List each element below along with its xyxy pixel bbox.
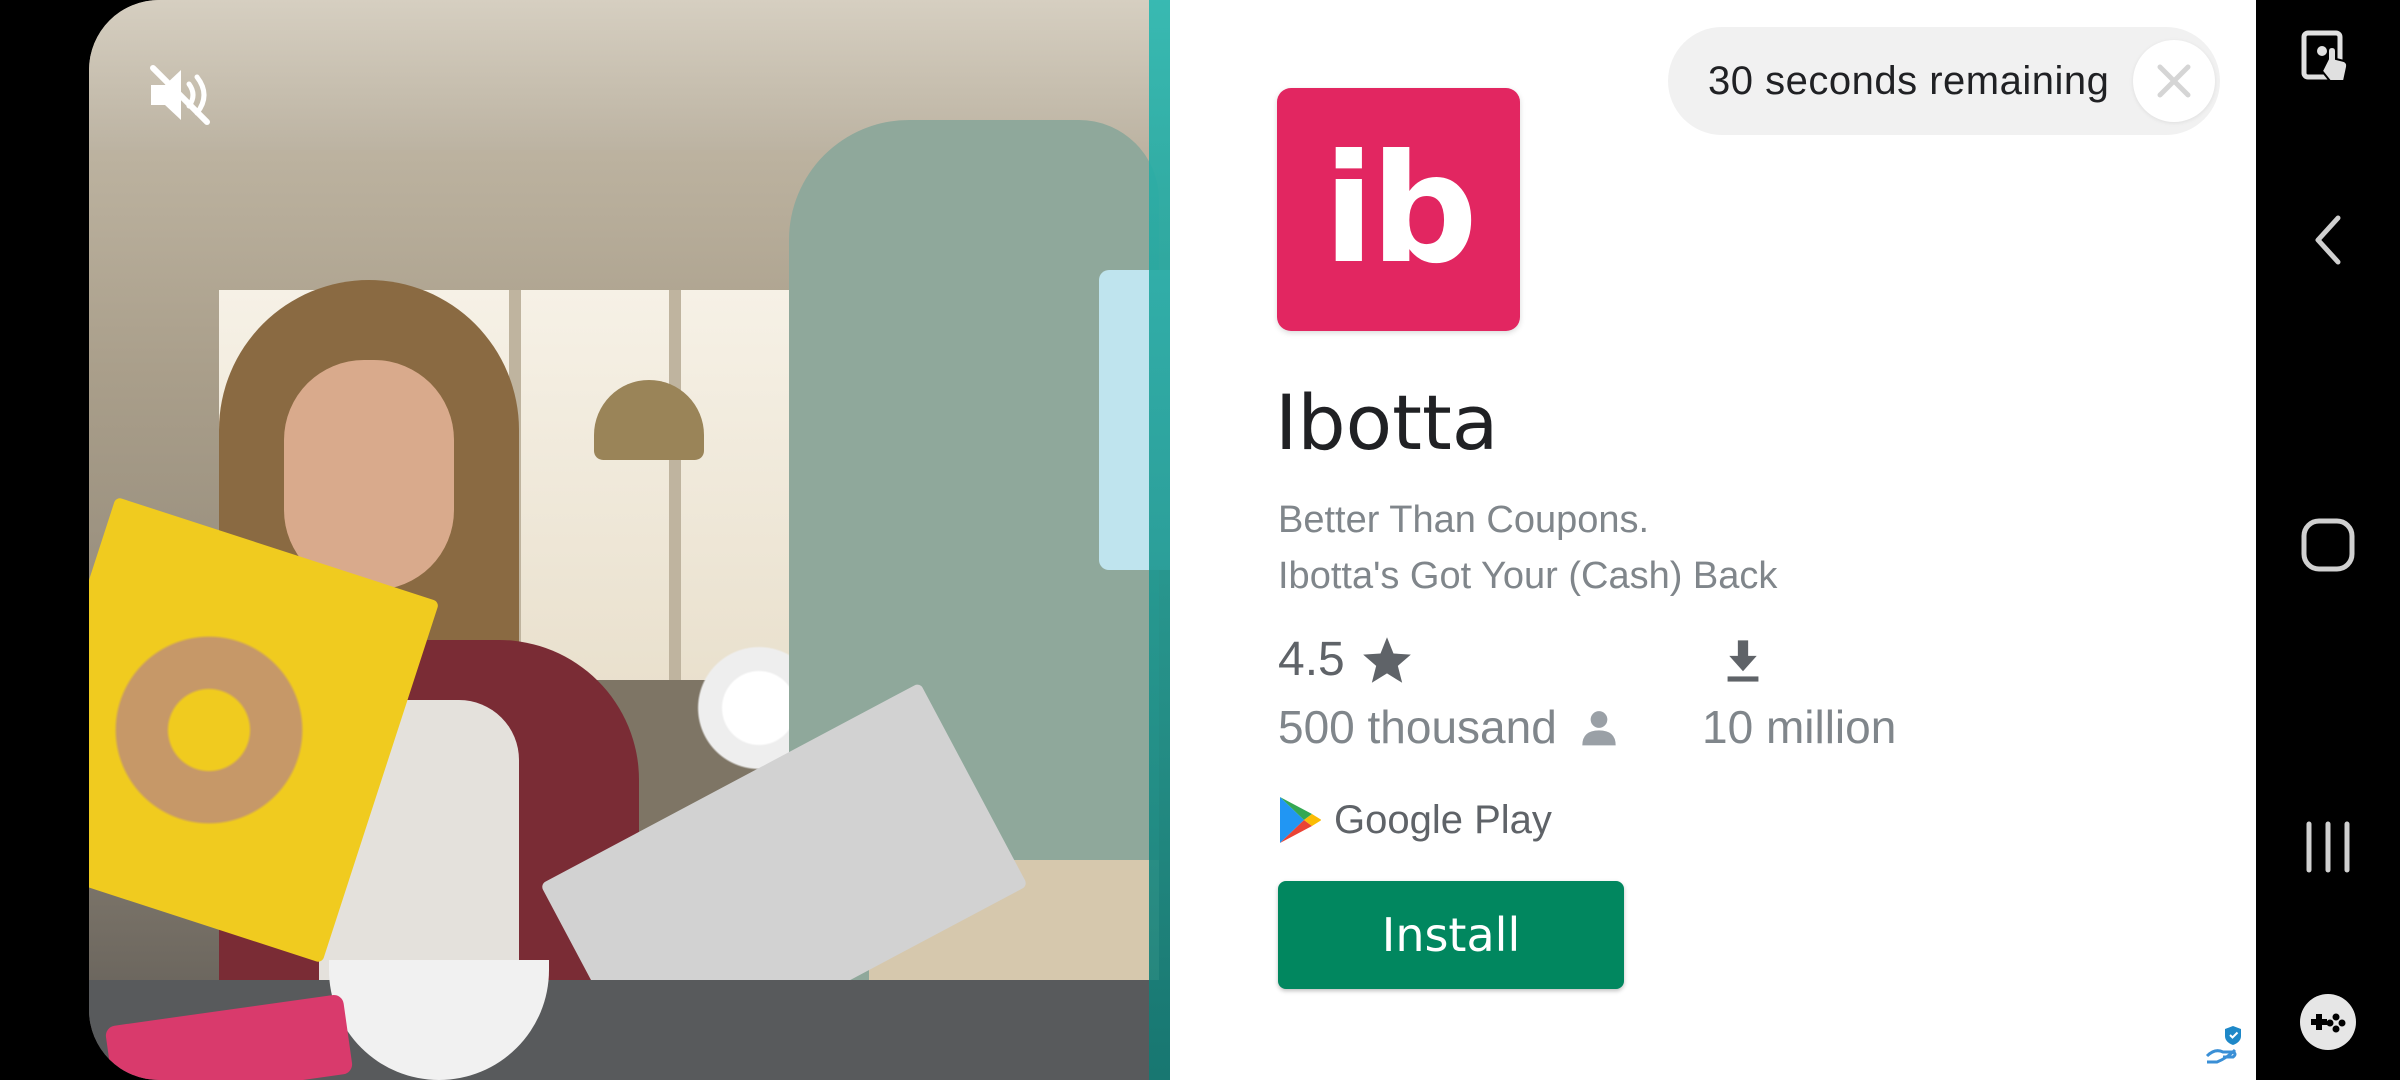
app-icon[interactable]: ib (1277, 88, 1520, 331)
google-play-logo (1280, 797, 1321, 843)
back-button[interactable] (2256, 200, 2400, 280)
screen-touch-icon (2301, 30, 2349, 82)
home-icon (2301, 518, 2355, 572)
app-tagline: Better Than Coupons. Ibotta's Got Your (… (1278, 492, 1777, 604)
download-icon (1727, 640, 1759, 682)
system-navigation-bar (2256, 0, 2400, 1080)
game-launcher-button[interactable] (2256, 982, 2400, 1062)
scene-window-frame (669, 290, 681, 690)
tagline-line-1: Better Than Coupons. (1278, 499, 1650, 541)
download-count: 10 million (1702, 701, 1897, 753)
scene-teal-edge (1149, 0, 1170, 1080)
recents-icon (2306, 821, 2350, 873)
app-name[interactable]: Ibotta (1275, 378, 1498, 467)
app-icon-logo-text: ib (1323, 122, 1478, 297)
volume-muted-icon (150, 65, 210, 125)
screen: 30 seconds remaining ib Ibotta Better Th… (0, 0, 2400, 1080)
star-icon (1362, 636, 1411, 683)
adchoices-icon (2205, 1026, 2241, 1064)
scene-woman-face (284, 360, 454, 590)
video-ad-player[interactable] (89, 0, 1170, 1080)
install-button[interactable]: Install (1278, 881, 1624, 989)
person-icon (1582, 711, 1616, 746)
screen-touch-button[interactable] (2256, 20, 2400, 100)
close-icon (2157, 64, 2191, 98)
downloads-icon-wrap (1722, 637, 1764, 690)
close-ad-button[interactable] (2133, 40, 2215, 122)
tagline-line-2: Ibotta's Got Your (Cash) Back (1278, 555, 1778, 597)
adchoices-button[interactable] (2203, 1022, 2247, 1071)
home-button[interactable] (2256, 505, 2400, 585)
google-play-badge: Google Play (1278, 795, 1552, 845)
review-count-value: 500 thousand (1278, 701, 1557, 753)
recents-button[interactable] (2256, 807, 2400, 887)
google-play-label: Google Play (1334, 797, 1552, 842)
game-launcher-icon (2300, 994, 2356, 1050)
scene-cereal-art (109, 630, 309, 830)
ad-timer-text: 30 seconds remaining (1708, 58, 2110, 103)
review-count: 500 thousand (1278, 700, 1619, 754)
install-button-label: Install (1381, 908, 1521, 962)
rating: 4.5 (1278, 632, 1413, 687)
rating-value: 4.5 (1278, 633, 1345, 686)
mute-button[interactable] (140, 55, 220, 135)
back-icon (2315, 215, 2341, 265)
